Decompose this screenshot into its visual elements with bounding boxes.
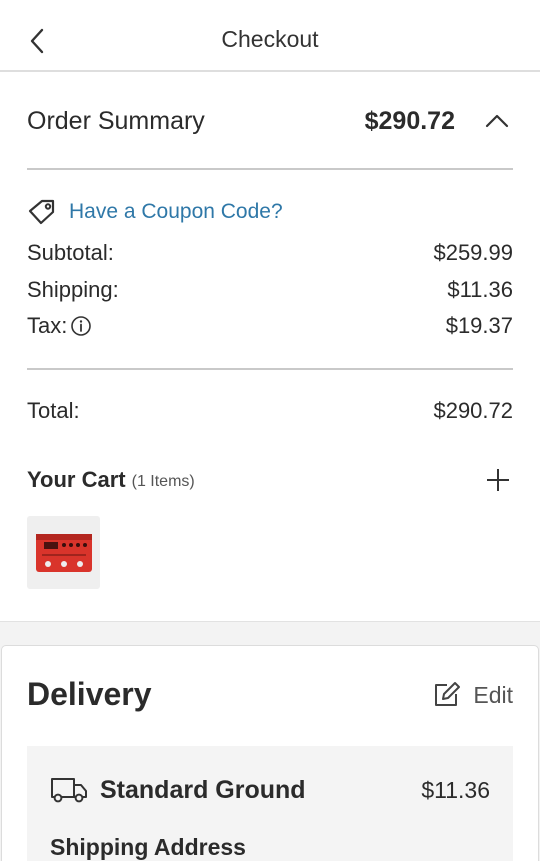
cart-header: Your Cart (1 Items): [27, 462, 513, 498]
order-summary-total: $290.72: [364, 106, 455, 135]
total-line: Total: $290.72: [27, 398, 513, 424]
order-summary-label: Order Summary: [27, 106, 205, 135]
coupon-label: Have a Coupon Code?: [69, 200, 283, 223]
expand-cart-button[interactable]: [483, 465, 513, 495]
shipping-line: Shipping: $11.36: [27, 277, 513, 303]
subtotal-value: $259.99: [433, 240, 513, 265]
subtotal-label: Subtotal:: [27, 240, 114, 265]
collapse-summary-button[interactable]: [481, 105, 513, 137]
info-icon: [71, 316, 92, 336]
tax-info-button[interactable]: [70, 315, 92, 337]
edit-label: Edit: [473, 681, 513, 708]
coupon-link[interactable]: Have a Coupon Code?: [27, 198, 283, 226]
pencil-icon: [435, 682, 461, 706]
header-bar: Checkout: [0, 0, 540, 72]
tax-value: $19.37: [445, 313, 513, 338]
shipping-method-name: Standard Ground: [100, 775, 306, 804]
tax-line: Tax: $19.37: [27, 313, 513, 339]
cart-item-thumbnail[interactable]: [27, 516, 100, 589]
shipping-method-row: Standard Ground $11.36: [50, 772, 490, 808]
delivery-title: Delivery: [27, 676, 152, 712]
chevron-up-icon: [485, 114, 509, 128]
order-summary-header[interactable]: Order Summary $290.72: [27, 98, 513, 144]
subtotal-line: Subtotal: $259.99: [27, 240, 513, 266]
tag-icon: [28, 199, 55, 225]
red-effects-pedal-image: [35, 533, 92, 572]
total-value: $290.72: [433, 398, 513, 423]
cart-title: Your Cart: [27, 467, 126, 492]
shipping-value: $11.36: [447, 277, 513, 302]
total-label: Total:: [27, 398, 80, 423]
shipping-method-price: $11.36: [421, 776, 490, 803]
divider: [27, 168, 513, 170]
shipping-address-heading: Shipping Address: [50, 834, 246, 860]
cart-item-count: (1 Items): [131, 472, 195, 490]
truck-icon: [51, 778, 87, 803]
tax-label: Tax:: [27, 313, 68, 338]
page-title: Checkout: [221, 26, 319, 52]
shipping-label: Shipping:: [27, 277, 119, 302]
edit-delivery-button[interactable]: Edit: [431, 680, 513, 710]
plus-icon: [487, 469, 509, 491]
divider: [27, 368, 513, 370]
